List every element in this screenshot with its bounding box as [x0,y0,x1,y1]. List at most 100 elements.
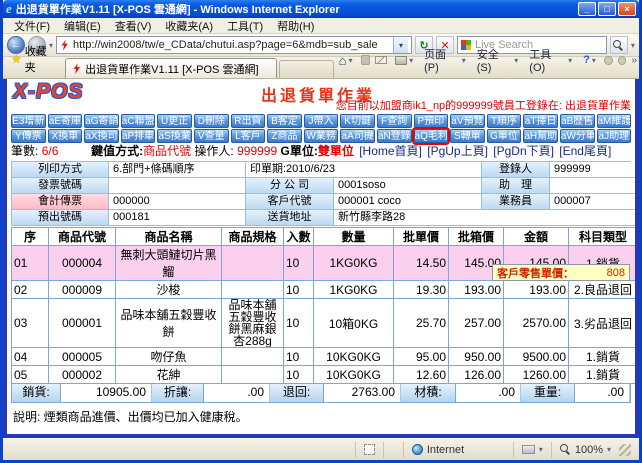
menu-help[interactable]: 帮助(H) [270,17,321,35]
toolbar-button[interactable]: P預印 [414,114,449,128]
salesman-field[interactable]: 000007 [550,194,638,210]
menu-tools[interactable]: 工具(T) [220,17,270,35]
toolbar-button[interactable]: U更正 [157,114,192,128]
resize-grip[interactable] [619,444,631,456]
table-row[interactable]: 05 000002 花紳 10 10KG0KG 12.60 126.00 126… [12,366,638,384]
addon-icon-2[interactable] [618,56,627,65]
toolbar-button[interactable]: aV預覽 [450,114,485,128]
printer-icon [395,56,407,65]
help-menu-button[interactable]: ?▾ [580,53,599,67]
toolbar-button[interactable]: aT擇日 [523,114,558,128]
toolbar-button[interactable]: D刪除 [194,114,229,128]
toolbar-button[interactable]: Z商品 [267,129,302,143]
toolbar-button[interactable]: K切鍵 [340,114,375,128]
preout-field[interactable]: 000181 [109,210,246,226]
toolbar-button-add[interactable]: E3增新 [11,114,46,128]
table-row[interactable]: 03 000001 品味本舖五穀豐收餅 品味本舖五穀豐收餅黑麻銀杏288g 10… [12,299,638,348]
page-menu-button[interactable]: 页面(P)▾ [421,45,469,75]
tab-favicon-icon [72,63,81,74]
feeds-icon[interactable] [361,55,371,65]
menu-file[interactable]: 文件(F) [7,17,57,35]
invoice-field[interactable] [109,178,246,194]
customer-field[interactable]: 000001 coco [334,194,482,210]
retail-price-tooltip: 客戶零售單價： 808 [492,264,630,281]
zoom-magnifier-icon [560,444,571,455]
menu-favorites[interactable]: 收藏夹(A) [158,17,220,35]
toolbar-button[interactable]: aC聯盟 [121,114,156,128]
help-icon: ? [583,54,590,66]
nav-end-key[interactable]: [End尾頁] [559,144,611,158]
count-value: 6/6 [42,144,59,158]
toolbar-button[interactable]: aP排車 [121,129,156,143]
toolbar-button[interactable]: aN登錄 [377,129,412,143]
toolbar-button[interactable]: aM維護 [597,114,632,128]
toolbar-button[interactable]: aB歷售 [560,114,595,128]
voucher-label: 會計傳票 [12,194,109,210]
nav-pgdn-key[interactable]: [PgDn下頁] [493,144,554,158]
page-mode-icon [364,444,375,455]
registrar-label: 登錄人 [482,162,550,178]
home-button[interactable]: ⌂▾ [336,53,356,68]
safety-menu-button[interactable]: 安全(S)▾ [474,45,522,75]
favorites-star-icon: ★ [11,52,22,66]
nav-pgup-key[interactable]: [PgUp上頁] [427,144,488,158]
voucher-field[interactable]: 000000 [109,194,246,210]
salesman-label: 業務員 [482,194,550,210]
addon-icon-1[interactable] [604,56,613,65]
toolbar-button[interactable]: Y傳票 [11,129,46,143]
toolbar-button[interactable]: aH幫助 [523,129,558,143]
tools-menu-button[interactable]: 工具(O)▾ [526,45,575,75]
close-button[interactable]: × [618,2,636,16]
toolbar-button[interactable]: V查量 [194,129,229,143]
zone-dropdown-icon[interactable]: ▾ [539,445,543,454]
toolbar-button[interactable]: L客戶 [231,129,266,143]
zoom-control[interactable]: 100% ▾ [551,442,639,458]
toolbar-button[interactable]: J帶入 [304,114,339,128]
menu-edit[interactable]: 编辑(E) [57,17,108,35]
toolbar-button[interactable]: aX換司 [84,129,119,143]
xpos-logo: X-POS [13,80,83,104]
menu-view[interactable]: 查看(V) [108,17,159,35]
read-mail-icon[interactable] [375,56,387,64]
toolbar-button[interactable]: R出貨 [231,114,266,128]
toolbar-button[interactable]: G單位 [487,129,522,143]
table-row[interactable]: 04 000005 吻仔魚 10 10KG0KG 95.00 950.00 95… [12,348,638,366]
discount-label: 折讓: [152,384,204,402]
maximize-button[interactable]: □ [598,2,616,16]
delivery-address-field[interactable]: 新竹縣李路28 [334,210,638,226]
branch-field[interactable]: 0001soso [334,178,482,194]
count-label: 筆數: [11,144,38,158]
new-tab-area[interactable] [279,60,333,78]
overflow-chevron-icon[interactable]: » [631,55,637,66]
toolbar-button[interactable]: T順序 [487,114,522,128]
toolbar-button-gross-profit[interactable]: aQ毛利 [414,129,449,143]
login-notice: 您目前以加盟商ik1_np的999999號員工登錄在: 出退貨單作業 [336,97,631,113]
toolbar-button[interactable]: W業務 [304,129,339,143]
customer-label: 客戶代號 [246,194,334,210]
print-mode-label: 列印方式 [12,162,109,178]
toolbar-button[interactable]: X換車 [48,129,83,143]
toolbar-button[interactable]: aJ助理 [597,129,632,143]
registrar-field[interactable]: 999999 [550,162,638,178]
toolbar-button[interactable]: aA司機 [340,129,375,143]
toolbar-button[interactable]: B客定 [267,114,302,128]
print-button[interactable]: ▾ [392,55,416,66]
toolbar-button[interactable]: S轉單 [450,129,485,143]
menu-bar: 文件(F) 编辑(E) 查看(V) 收藏夹(A) 工具(T) 帮助(H) [3,18,639,34]
zoom-dropdown-icon[interactable]: ▾ [607,445,611,454]
toolbar-button[interactable]: aW分單 [560,129,595,143]
totals-row: 銷貨: 10905.00 折讓: .00 退回: 2763.00 材積: .00… [11,384,631,403]
table-row[interactable]: 02 000009 沙梭 10 1KG0KG 19.30 193.00 193.… [12,281,638,299]
print-mode-field[interactable]: 6.部門+條碼順序 [109,162,246,178]
favorites-button[interactable]: ★ 收藏夹 [5,41,63,78]
assistant-field[interactable] [550,178,638,194]
minimize-button[interactable]: _ [578,2,596,16]
nav-home-key[interactable]: [Home首頁] [359,144,422,158]
items-table: 序 商品代號 商品名稱 商品規格 入數 數量 批單價 批箱價 金額 科目類型 0… [11,227,638,384]
toolbar-button[interactable]: aE寄庫 [48,114,83,128]
window-title: 出退貨單作業V1.11 [X-POS 雲通網] - Windows Intern… [16,1,578,17]
toolbar-button[interactable]: aG寄銷 [84,114,119,128]
browser-tab[interactable]: 出退貨單作業V1.11 [X-POS 雲通網] [65,58,277,78]
toolbar-button[interactable]: aS換業 [157,129,192,143]
toolbar-button[interactable]: F查詢 [377,114,412,128]
